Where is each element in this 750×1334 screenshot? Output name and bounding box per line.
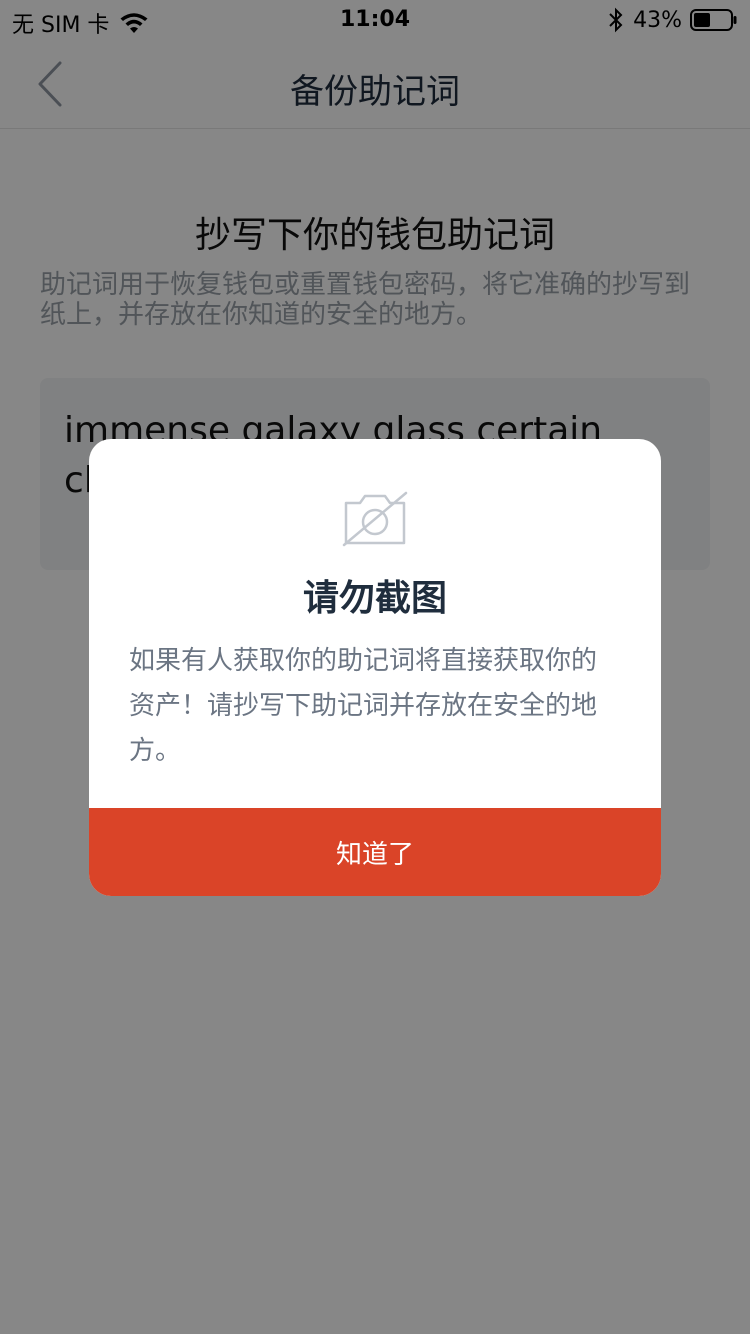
- modal-body: 如果有人获取你的助记词将直接获取你的资产！请抄写下助记词并存放在安全的地方。: [129, 646, 598, 766]
- got-it-button[interactable]: 知道了: [89, 808, 661, 896]
- modal-icon-wrap: [89, 489, 661, 549]
- no-screenshot-dialog: 请勿截图 如果有人获取你的助记词将直接获取你的资产！请抄写下助记词并存放在安全的…: [89, 439, 661, 896]
- modal-title: 请勿截图: [302, 578, 447, 619]
- no-camera-icon: [342, 491, 408, 547]
